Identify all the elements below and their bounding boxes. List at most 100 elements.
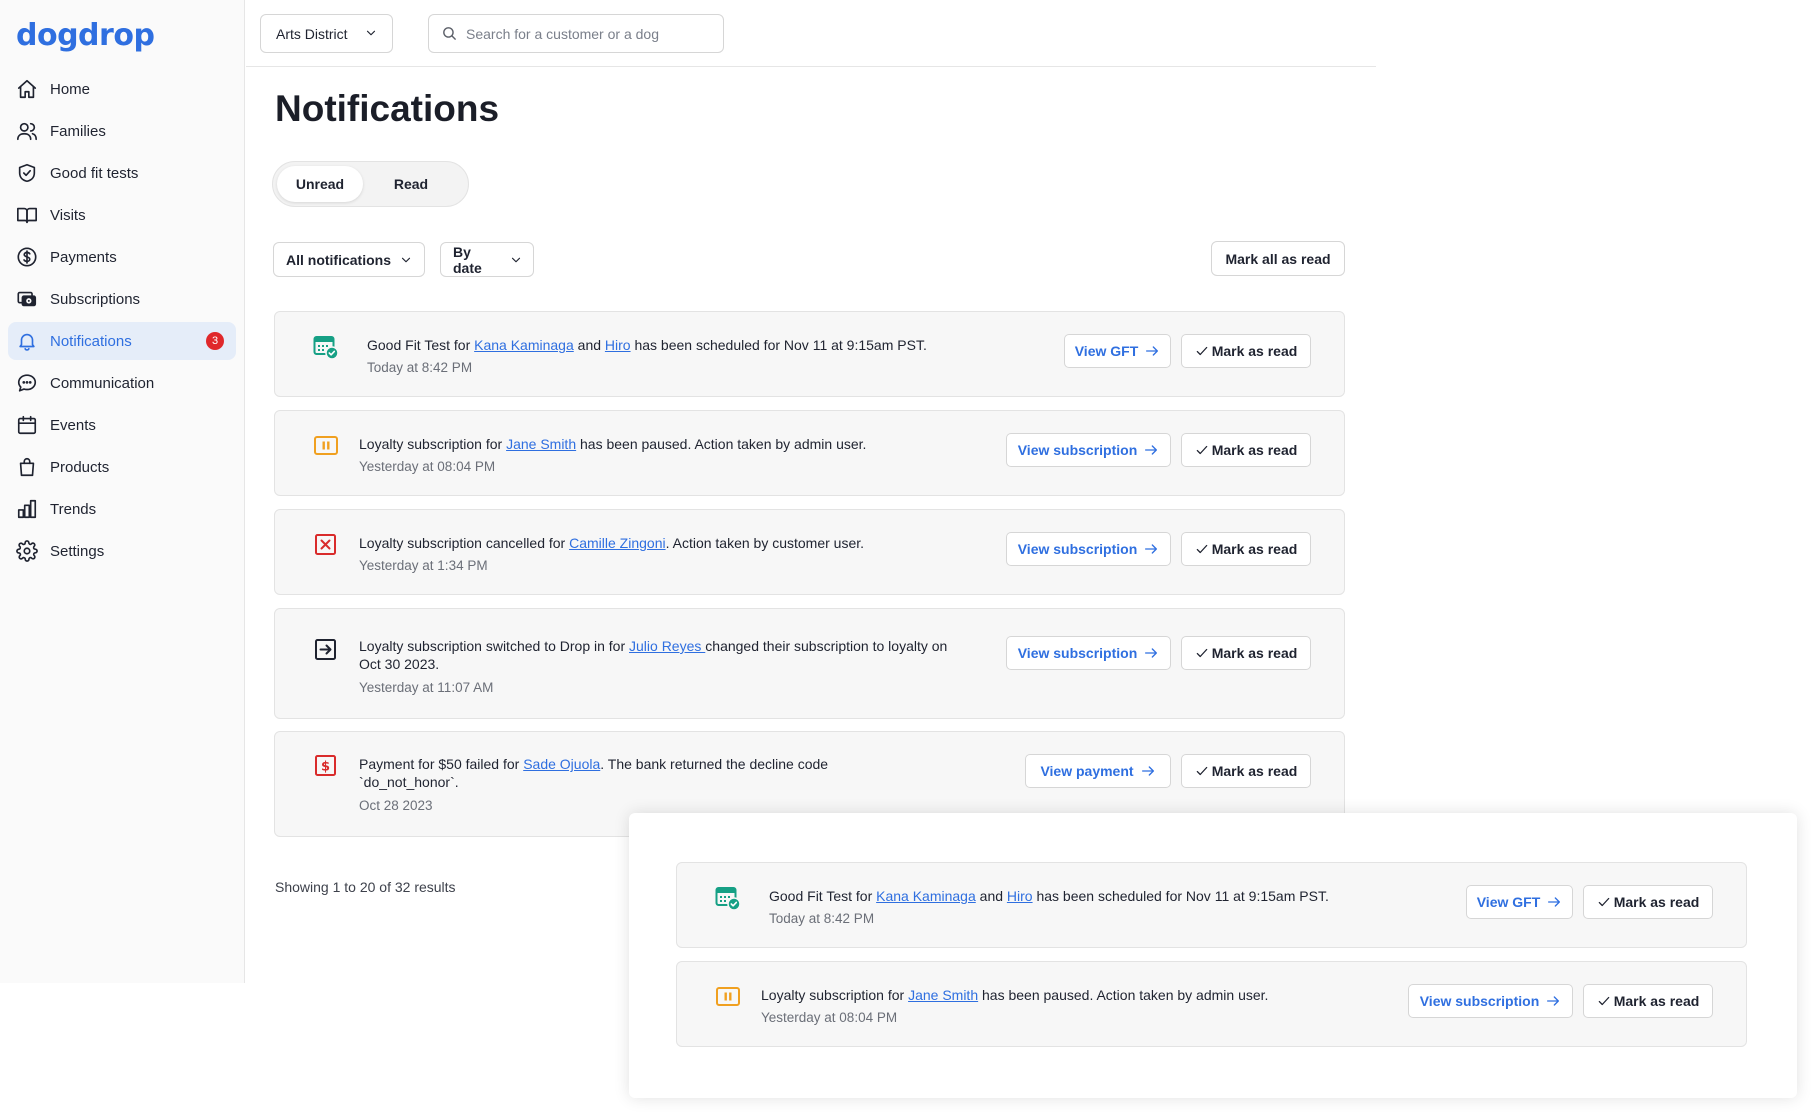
mark-all-as-read-button[interactable]: Mark all as read [1211, 241, 1345, 276]
sidebar-item-subscriptions[interactable]: Subscriptions [8, 280, 236, 318]
customer-link[interactable]: Sade Ojuola [523, 756, 600, 772]
sidebar-item-label: Notifications [50, 332, 132, 350]
mark-as-read-button[interactable]: Mark as read [1181, 754, 1311, 788]
view-button-label: View subscription [1017, 645, 1138, 661]
read-status-tabs: Unread Read [272, 161, 469, 207]
mark-as-read-label: Mark as read [1211, 343, 1298, 359]
check-icon [1597, 895, 1614, 909]
mark-as-read-label: Mark as read [1211, 645, 1298, 661]
customer-link[interactable]: Camille Zingoni [569, 535, 665, 551]
view-button-label: View subscription [1419, 993, 1540, 1009]
mark-as-read-button[interactable]: Mark as read [1583, 984, 1713, 1018]
sidebar-item-good-fit-tests[interactable]: Good fit tests [8, 154, 236, 192]
view-subscription-button[interactable]: View subscription [1408, 984, 1573, 1018]
customer-link[interactable]: Julio Reyes [629, 638, 705, 654]
search-icon [441, 25, 458, 42]
notification-text: Good Fit Test for Kana Kaminaga and Hiro… [769, 888, 1329, 904]
dog-link[interactable]: Hiro [605, 337, 631, 353]
page-title: Notifications [275, 88, 500, 129]
arrow-right-icon [1539, 993, 1561, 1009]
sidebar-item-label: Good fit tests [50, 164, 139, 182]
view-subscription-button[interactable]: View subscription [1006, 636, 1171, 670]
subscriptions-icon [16, 288, 38, 310]
mark-as-read-label: Mark as read [1211, 763, 1298, 779]
customer-link[interactable]: Jane Smith [908, 987, 978, 1003]
arrow-right-icon [1138, 343, 1160, 359]
view-payment-button[interactable]: View payment [1025, 754, 1171, 788]
customer-link[interactable]: Kana Kaminaga [474, 337, 574, 353]
tab-read[interactable]: Read [363, 166, 459, 202]
mark-as-read-label: Mark as read [1211, 541, 1298, 557]
sidebar-item-label: Visits [50, 206, 86, 224]
sidebar-item-events[interactable]: Events [8, 406, 236, 444]
location-select[interactable]: Arts District [260, 14, 393, 53]
dog-link[interactable]: Hiro [1007, 888, 1033, 904]
customer-link[interactable]: Kana Kaminaga [876, 888, 976, 904]
mark-as-read-button[interactable]: Mark as read [1181, 636, 1311, 670]
view-subscription-button[interactable]: View subscription [1006, 532, 1171, 566]
sidebar-nav: Home Families Good fit tests Visits Paym… [8, 70, 236, 574]
sidebar: dogdrop Home Families Good fit tests Vis… [0, 0, 245, 983]
notification-time: Yesterday at 11:07 AM [359, 680, 494, 695]
sidebar-item-notifications[interactable]: Notifications 3 [8, 322, 236, 360]
mark-as-read-button[interactable]: Mark as read [1181, 532, 1311, 566]
chevron-down-icon [399, 253, 413, 267]
sidebar-item-label: Products [50, 458, 110, 476]
tab-unread[interactable]: Unread [277, 166, 363, 202]
mark-as-read-button[interactable]: Mark as read [1181, 334, 1311, 368]
view-button-label: View subscription [1017, 442, 1138, 458]
sort-filter[interactable]: By date [440, 242, 534, 277]
arrow-right-icon [1137, 645, 1159, 661]
sidebar-item-settings[interactable]: Settings [8, 532, 236, 570]
chat-bubble-icon [16, 372, 38, 394]
mark-as-read-label: Mark as read [1613, 993, 1700, 1009]
arrow-right-icon [1137, 442, 1159, 458]
shield-check-icon [16, 162, 38, 184]
close-box-icon [313, 532, 339, 558]
notification-count-badge: 3 [206, 332, 224, 350]
search-input[interactable] [466, 25, 706, 42]
sidebar-item-label: Subscriptions [50, 290, 141, 308]
notification-type-filter-value: All notifications [286, 251, 391, 268]
notification-text: Payment for $50 failed for Sade Ojuola. … [359, 756, 829, 790]
notification-text: Loyalty subscription cancelled for Camil… [359, 535, 865, 551]
sidebar-item-communication[interactable]: Communication [8, 364, 236, 402]
view-subscription-button[interactable]: View subscription [1006, 433, 1171, 467]
mark-as-read-button[interactable]: Mark as read [1181, 433, 1311, 467]
mark-as-read-button[interactable]: Mark as read [1583, 885, 1713, 919]
notification-card: Good Fit Test for Kana Kaminaga and Hiro… [676, 862, 1747, 948]
sidebar-item-trends[interactable]: Trends [8, 490, 236, 528]
check-icon [1195, 344, 1212, 358]
view-gft-button[interactable]: View GFT [1466, 885, 1573, 919]
chevron-down-icon [509, 253, 523, 267]
location-select-value: Arts District [276, 25, 348, 42]
sidebar-item-label: Families [50, 122, 106, 140]
arrow-right-icon [1137, 541, 1159, 557]
pause-icon [715, 984, 741, 1010]
notification-time: Today at 8:42 PM [769, 911, 875, 926]
sidebar-item-families[interactable]: Families [8, 112, 236, 150]
check-icon [1195, 646, 1212, 660]
sidebar-item-home[interactable]: Home [8, 70, 236, 108]
search-box[interactable] [428, 14, 724, 53]
arrow-right-icon [1540, 894, 1562, 910]
sidebar-item-label: Payments [50, 248, 117, 266]
top-bar: Arts District [246, 0, 1376, 67]
notification-type-filter[interactable]: All notifications [273, 242, 425, 277]
sidebar-item-visits[interactable]: Visits [8, 196, 236, 234]
sidebar-item-products[interactable]: Products [8, 448, 236, 486]
notification-time: Yesterday at 08:04 PM [359, 459, 496, 474]
notification-time: Yesterday at 1:34 PM [359, 558, 488, 573]
view-button-label: View GFT [1074, 343, 1139, 359]
sidebar-item-payments[interactable]: Payments [8, 238, 236, 276]
view-gft-button[interactable]: View GFT [1064, 334, 1171, 368]
notification-time: Today at 8:42 PM [367, 360, 473, 375]
customer-link[interactable]: Jane Smith [506, 436, 576, 452]
home-icon [16, 78, 38, 100]
dogdrop-logo[interactable]: dogdrop [16, 18, 155, 53]
notification-text: Loyalty subscription switched to Drop in… [359, 638, 948, 672]
notification-text: Loyalty subscription for Jane Smith has … [359, 436, 867, 452]
calendar-check-icon [715, 885, 741, 911]
notification-card: Loyalty subscription switched to Drop in… [274, 608, 1345, 719]
pagination-results: Showing 1 to 20 of 32 results [275, 879, 456, 895]
